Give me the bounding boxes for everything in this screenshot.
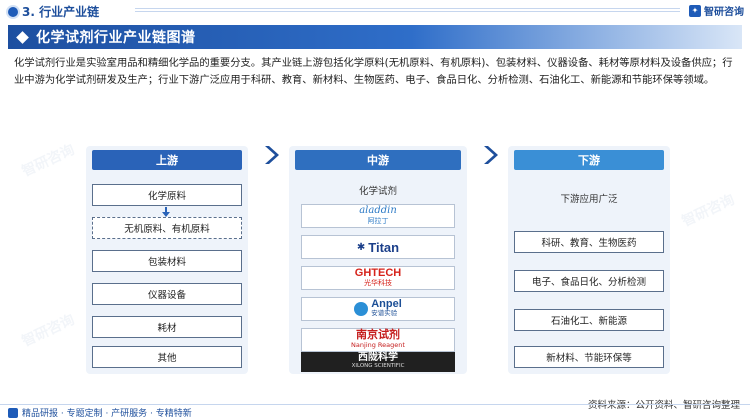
top-header: 3. 行业产业链 ✦ 智研咨询 xyxy=(0,0,750,22)
section-dot-icon xyxy=(8,6,18,17)
diamond-icon xyxy=(16,30,29,44)
aladdin-logo-sub: 阿拉丁 xyxy=(367,217,389,225)
upstream-item: 仪器设备 xyxy=(92,283,242,305)
upstream-subitem: 无机原料、有机原料 xyxy=(92,217,242,239)
page-title: 化学试剂行业产业链图谱 xyxy=(36,30,196,46)
footer-services: 精品研报 · 专题定制 · 产研服务 · 专精特新 xyxy=(8,406,192,418)
ghtech-logo-sub: 光华科技 xyxy=(363,279,392,287)
downstream-item: 电子、食品日化、分析检测 xyxy=(514,270,664,292)
midstream-panel: 中游 化学试剂 aladdin 阿拉丁 ✱ Titan GHTECH 光华科技 … xyxy=(289,146,467,374)
ghtech-logo-text: GHTECH xyxy=(354,267,402,279)
downstream-header: 下游 xyxy=(514,150,664,170)
downstream-label: 下游应用广泛 xyxy=(560,194,618,205)
brand-mark-icon xyxy=(8,407,18,418)
ghtech-logo: GHTECH 光华科技 xyxy=(301,266,455,290)
xilong-logo: 西陇科学 XILONG SCIENTIFIC xyxy=(301,352,455,372)
down-arrow-icon xyxy=(162,207,170,217)
upstream-item: 包装材料 xyxy=(92,250,242,272)
brand-mark-icon: ✦ xyxy=(689,4,701,17)
titan-logo-text: Titan xyxy=(368,239,400,255)
chain-diagram: 上游 化学原料 无机原料、有机原料 包装材料 仪器设备 耗材 其他 中游 化学试… xyxy=(0,140,750,380)
anpel-logo-text: Anpel xyxy=(371,298,402,310)
section-title: 3. 行业产业链 xyxy=(8,3,99,20)
anpel-mark-icon xyxy=(354,302,369,316)
anpel-logo: Anpel 安谱实验 xyxy=(301,297,455,321)
xilong-logo-sub: XILONG SCIENTIFIC xyxy=(351,363,405,369)
brand-name: 智研咨询 xyxy=(704,7,744,18)
aladdin-logo: aladdin 阿拉丁 xyxy=(301,204,455,228)
nanjing-reagent-logo: 南京试剂 Nanjing Reagent xyxy=(301,328,455,352)
downstream-panel: 下游 下游应用广泛 科研、教育、生物医药 电子、食品日化、分析检测 石油化工、新… xyxy=(508,146,670,374)
downstream-item: 石油化工、新能源 xyxy=(514,309,664,331)
upstream-item: 其他 xyxy=(92,346,242,368)
midstream-label: 化学试剂 xyxy=(358,186,397,197)
nanjing-logo-sub: Nanjing Reagent xyxy=(351,341,405,349)
footer-bar: 精品研报 · 专题定制 · 产研服务 · 专精特新 xyxy=(0,404,750,418)
xilong-logo-text: 西陇科学 xyxy=(358,352,398,363)
upstream-item: 化学原料 xyxy=(92,184,242,206)
intro-paragraph: 化学试剂行业是实验室用品和精细化学品的重要分支。其产业链上游包括化学原料(无机原… xyxy=(14,57,733,86)
downstream-item: 新材料、节能环保等 xyxy=(514,346,664,368)
upstream-header: 上游 xyxy=(92,150,242,170)
anpel-logo-sub: 安谱实验 xyxy=(371,309,398,317)
title-banner: 化学试剂行业产业链图谱 xyxy=(8,25,742,49)
upstream-item: 耗材 xyxy=(92,316,242,338)
snowflake-icon: ✱ xyxy=(356,241,366,253)
downstream-item: 科研、教育、生物医药 xyxy=(514,231,664,253)
aladdin-logo-text: aladdin xyxy=(359,205,397,216)
chevron-right-icon xyxy=(480,144,502,166)
footer-services-text: 精品研报 · 专题定制 · 产研服务 · 专精特新 xyxy=(22,409,192,418)
header-deco-lines xyxy=(135,8,680,14)
midstream-header: 中游 xyxy=(295,150,461,170)
section-title-text: 3. 行业产业链 xyxy=(22,5,100,19)
upstream-panel: 上游 化学原料 无机原料、有机原料 包装材料 仪器设备 耗材 其他 xyxy=(86,146,248,374)
nanjing-logo-text: 南京试剂 xyxy=(355,328,400,341)
chevron-right-icon xyxy=(261,144,283,166)
titan-logo: ✱ Titan xyxy=(301,235,455,259)
brand-logo: ✦ 智研咨询 xyxy=(689,3,744,18)
